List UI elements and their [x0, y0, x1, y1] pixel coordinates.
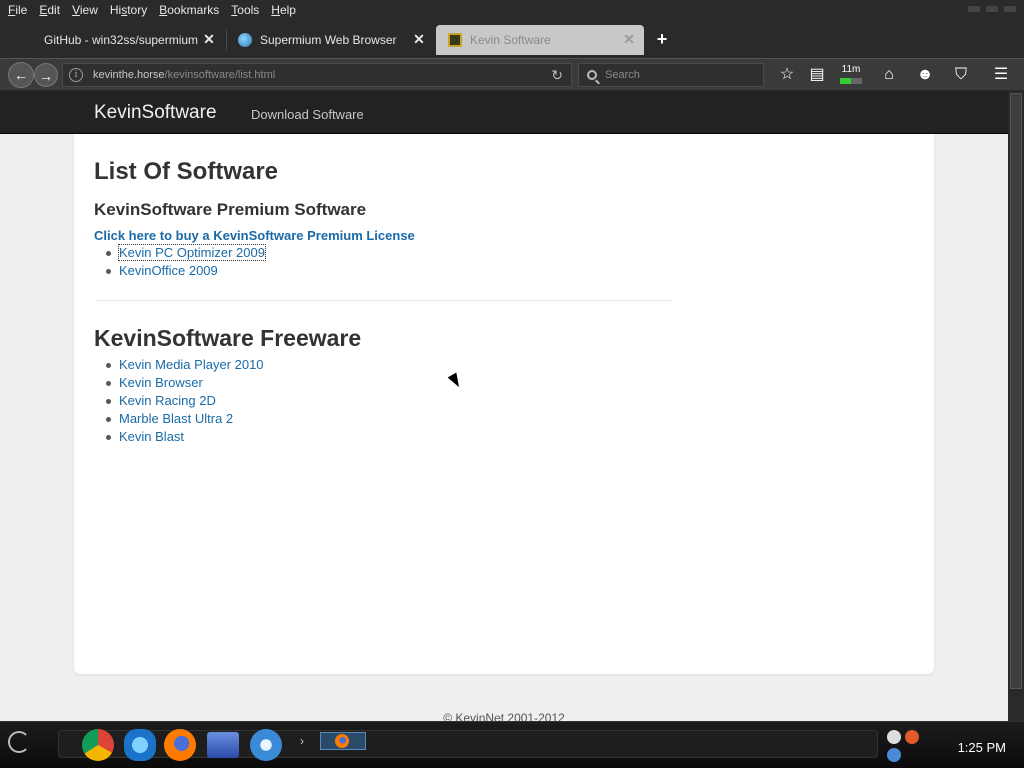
list-item: Kevin Browser	[106, 374, 264, 392]
pocket-icon[interactable]: ⛉	[950, 64, 972, 86]
media-center-icon[interactable]	[207, 732, 239, 758]
premium-list: Kevin PC Optimizer 2009 KevinOffice 2009	[106, 244, 266, 280]
list-item: Marble Blast Ultra 2	[106, 410, 264, 428]
tab-title: Supermium Web Browser	[260, 33, 397, 47]
tray-antivirus-icon[interactable]	[905, 730, 919, 744]
tab-title: Kevin Software	[470, 33, 551, 47]
menu-bookmarks[interactable]: Bookmarks	[155, 3, 227, 17]
bookmark-star-icon[interactable]: ☆	[776, 64, 798, 86]
menu-edit[interactable]: Edit	[35, 3, 68, 17]
menu-file[interactable]: File	[4, 3, 35, 17]
tab-supermium[interactable]: Supermium Web Browser ✕	[226, 25, 434, 55]
search-box[interactable]	[578, 63, 764, 87]
menu-view[interactable]: View	[68, 3, 106, 17]
kevinsoftware-icon	[448, 33, 462, 47]
timer-icon[interactable]: 11m	[840, 64, 862, 86]
window-controls	[968, 6, 1016, 12]
internet-explorer-icon[interactable]	[124, 729, 156, 761]
chevron-right-icon[interactable]: ›	[300, 734, 304, 748]
freeware-list: Kevin Media Player 2010 Kevin Browser Ke…	[106, 356, 264, 446]
premium-link[interactable]: Kevin PC Optimizer 2009	[118, 244, 266, 261]
content-panel: List Of Software KevinSoftware Premium S…	[74, 134, 934, 674]
hamburger-menu-icon[interactable]: ☰	[990, 64, 1012, 86]
tab-bar: GitHub - win32ss/supermium: ... ✕ Superm…	[0, 20, 1024, 58]
page-footer: © KevinNet 2001-2012	[443, 711, 565, 721]
list-item: Kevin Racing 2D	[106, 392, 264, 410]
maximize-button[interactable]	[986, 6, 998, 12]
vertical-scrollbar[interactable]	[1008, 91, 1024, 721]
freeware-heading: KevinSoftware Freeware	[94, 325, 362, 351]
freeware-link[interactable]: Kevin Blast	[119, 429, 184, 444]
list-item: Kevin PC Optimizer 2009	[106, 244, 266, 262]
supermium-icon	[238, 33, 252, 47]
tray-network-icon[interactable]	[887, 748, 901, 762]
premium-link[interactable]: KevinOffice 2009	[119, 263, 218, 278]
tray-smiley-icon[interactable]	[887, 730, 901, 744]
menu-help[interactable]: Help	[267, 3, 304, 17]
freeware-link[interactable]: Kevin Racing 2D	[119, 393, 216, 408]
url-path: /kevinsoftware/list.html	[164, 69, 276, 81]
smiley-icon[interactable]: ☻	[914, 64, 936, 86]
close-tab-icon[interactable]: ✕	[202, 32, 216, 46]
url-host: kevinthe.horse	[93, 69, 165, 81]
firefox-icon[interactable]	[164, 729, 196, 761]
menu-bar: File Edit View History Bookmarks Tools H…	[0, 0, 1024, 20]
buy-license-link[interactable]: Click here to buy a KevinSoftware Premiu…	[94, 228, 415, 243]
list-item: KevinOffice 2009	[106, 262, 265, 280]
taskbar: › 1:25 PM	[0, 721, 1024, 768]
site-navbar: KevinSoftware Download Software	[0, 91, 1008, 134]
freeware-link[interactable]: Kevin Media Player 2010	[119, 357, 264, 372]
home-icon[interactable]: ⌂	[878, 64, 900, 86]
web-page: KevinSoftware Download Software List Of …	[0, 91, 1008, 721]
tab-github[interactable]: GitHub - win32ss/supermium: ... ✕	[32, 25, 224, 55]
nav-download-software[interactable]: Download Software	[251, 107, 364, 122]
navigation-toolbar: ← → i kevinthe.horse/kevinsoftware/list.…	[0, 58, 1024, 90]
chrome-icon[interactable]	[82, 729, 114, 761]
timer-label: 11m	[841, 64, 861, 75]
premium-heading: KevinSoftware Premium Software	[94, 200, 367, 219]
menu-history[interactable]: History	[106, 3, 155, 17]
reload-icon[interactable]: ↻	[551, 67, 563, 84]
search-input[interactable]	[605, 69, 755, 81]
site-info-icon[interactable]: i	[69, 68, 83, 82]
media-player-icon[interactable]	[250, 729, 282, 761]
freeware-link[interactable]: Marble Blast Ultra 2	[119, 411, 233, 426]
back-button[interactable]: ←	[8, 62, 34, 88]
list-item: Kevin Blast	[106, 428, 264, 446]
menu-tools[interactable]: Tools	[227, 3, 267, 17]
clock[interactable]: 1:25 PM	[958, 740, 1006, 755]
reader-list-icon[interactable]: ▤	[806, 64, 828, 86]
close-tab-icon[interactable]: ✕	[622, 32, 636, 46]
firefox-icon	[335, 734, 349, 748]
scrollbar-thumb[interactable]	[1010, 93, 1022, 689]
list-item: Kevin Media Player 2010	[106, 356, 264, 374]
tab-title: GitHub - win32ss/supermium: ...	[44, 33, 199, 47]
new-tab-button[interactable]: +	[652, 29, 672, 49]
forward-button[interactable]: →	[34, 63, 58, 87]
freeware-link[interactable]: Kevin Browser	[119, 375, 203, 390]
close-tab-icon[interactable]: ✕	[412, 32, 426, 46]
tab-kevinsoftware[interactable]: Kevin Software ✕	[436, 25, 644, 55]
divider	[96, 300, 672, 301]
site-brand[interactable]: KevinSoftware	[94, 102, 217, 124]
page-title: List Of Software	[94, 158, 279, 185]
minimize-button[interactable]	[968, 6, 980, 12]
start-button[interactable]	[8, 731, 30, 753]
search-icon	[587, 70, 597, 80]
timer-progress	[840, 78, 862, 84]
close-window-button[interactable]	[1004, 6, 1016, 12]
active-window-button[interactable]	[320, 732, 366, 750]
address-bar[interactable]: i kevinthe.horse/kevinsoftware/list.html…	[62, 63, 572, 87]
